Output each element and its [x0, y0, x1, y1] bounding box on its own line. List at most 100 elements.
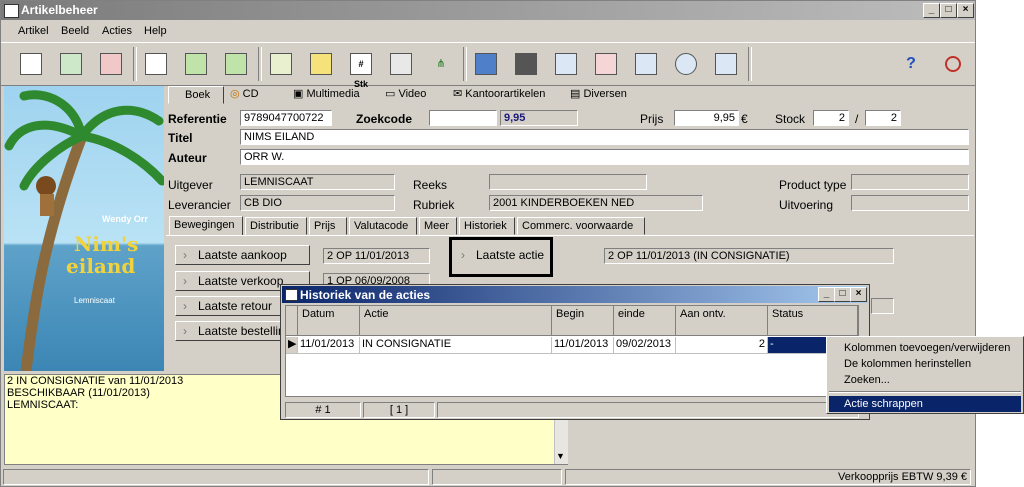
tab-cd[interactable]: ◎ CD: [226, 86, 283, 104]
menu-item-kolommen-toevoegen[interactable]: Kolommen toevoegen/verwijderen: [829, 340, 1021, 356]
laatste-aankoop-button[interactable]: Laatste aankoop: [175, 245, 310, 265]
auteur-field[interactable]: ORR W.: [240, 149, 969, 165]
cover-title-2: eiland: [66, 254, 136, 278]
checklist-icon: [270, 53, 292, 75]
edit-button[interactable]: [711, 50, 741, 78]
return-button[interactable]: [306, 50, 336, 78]
cell-einde[interactable]: 09/02/2013: [614, 337, 676, 354]
edit-window-icon: [715, 53, 737, 75]
tab-multimedia[interactable]: ▣ Multimedia: [289, 86, 369, 104]
favorites-button[interactable]: [591, 50, 621, 78]
tab-meer[interactable]: Meer: [419, 217, 457, 235]
reeks-field[interactable]: [489, 174, 647, 190]
barcode-button[interactable]: [141, 50, 171, 78]
tab-prijs[interactable]: Prijs: [309, 217, 347, 235]
leverancier-label: Leverancier: [168, 198, 231, 212]
minimize-button[interactable]: _: [923, 3, 940, 18]
producttype-field[interactable]: [851, 174, 969, 190]
tab-valutacode[interactable]: Valutacode: [349, 217, 417, 235]
menu-item-actie-schrappen[interactable]: Actie schrappen: [829, 396, 1021, 412]
help-button[interactable]: ?: [896, 50, 926, 78]
book-blue-button[interactable]: [471, 50, 501, 78]
menu-artikel[interactable]: Artikel: [18, 25, 49, 37]
menu-help[interactable]: Help: [144, 25, 167, 37]
stock-button[interactable]: # Stk: [346, 50, 376, 89]
prijs-field[interactable]: 9,95: [674, 110, 739, 126]
tab-boek[interactable]: Boek: [168, 86, 224, 104]
book-dark-icon: [515, 53, 537, 75]
tab-video[interactable]: ▭ Video: [381, 86, 441, 104]
tab-historiek[interactable]: Historiek: [459, 217, 515, 235]
cover-publisher: Lemniscaat: [74, 296, 115, 305]
dialog-maximize-button[interactable]: □: [834, 287, 851, 302]
magnifier-icon: [675, 53, 697, 75]
label-print-button[interactable]: [386, 50, 416, 78]
tab-commerc-voorwaarde[interactable]: Commerc. voorwaarde: [517, 217, 645, 235]
tab-bewegingen[interactable]: Bewegingen: [169, 216, 243, 236]
laatste-bestelling-button[interactable]: Laatste bestellin: [175, 321, 285, 341]
cover-author: Wendy Orr: [102, 214, 148, 224]
stock-field-b[interactable]: 2: [865, 110, 901, 126]
report-button[interactable]: [631, 50, 661, 78]
help-icon: ?: [906, 55, 916, 72]
toolbar-separator: [463, 47, 467, 81]
export-button[interactable]: [96, 50, 126, 78]
tree-button[interactable]: ⋔: [426, 50, 456, 78]
cell-begin[interactable]: 11/01/2013: [552, 337, 614, 354]
current-row-pointer-icon: ▶: [286, 337, 298, 354]
uitvoering-field[interactable]: [851, 195, 969, 211]
zoekcode-field[interactable]: [429, 110, 497, 126]
cover-illustration: [4, 90, 164, 371]
uitgever-field[interactable]: LEMNISCAAT: [240, 174, 395, 190]
cell-actie[interactable]: IN CONSIGNATIE: [360, 337, 552, 354]
dialog-minimize-button[interactable]: _: [818, 287, 835, 302]
cell-aan-ontv[interactable]: 2: [676, 337, 768, 354]
maximize-button[interactable]: □: [940, 3, 957, 18]
producttype-label: Product type: [779, 178, 847, 192]
book-black-button[interactable]: [511, 50, 541, 78]
menu-item-kolommen-herinstellen[interactable]: De kolommen herinstellen: [829, 356, 1021, 372]
tab-distributie[interactable]: Distributie: [245, 217, 307, 235]
status-price: Verkoopprijs EBTW 9,39 €: [565, 469, 971, 485]
exit-button[interactable]: [938, 50, 968, 78]
status-panel: [432, 469, 562, 485]
search-button[interactable]: [671, 50, 701, 78]
menu-acties[interactable]: Acties: [102, 25, 132, 37]
referentie-field[interactable]: 9789047700722: [240, 110, 332, 126]
prijs-label: Prijs: [640, 112, 664, 126]
col-einde[interactable]: einde: [614, 306, 676, 336]
close-button[interactable]: ×: [957, 3, 974, 18]
cell-datum[interactable]: 11/01/2013: [298, 337, 360, 354]
rubriek-field[interactable]: 2001 KINDERBOEKEN NED: [489, 195, 703, 211]
col-datum[interactable]: Datum: [298, 306, 360, 336]
menu-beeld[interactable]: Beeld: [61, 25, 89, 37]
toolbar-separator: [133, 47, 137, 81]
scroll-down-icon[interactable]: ▼: [556, 450, 565, 462]
col-aan-ontv[interactable]: Aan ontv.: [676, 306, 768, 336]
window-title: Artikelbeheer: [21, 3, 98, 17]
new-button[interactable]: [16, 50, 46, 78]
dialog-title-bar[interactable]: Historiek van de acties _ □ ×: [282, 286, 868, 303]
supplier-button[interactable]: [221, 50, 251, 78]
stock-field-a[interactable]: 2: [813, 110, 849, 126]
laatste-actie-button[interactable]: Laatste actie: [454, 246, 548, 266]
col-begin[interactable]: Begin: [552, 306, 614, 336]
tab-kantoorartikelen[interactable]: ✉ Kantoorartikelen: [449, 86, 559, 104]
menu-item-zoeken[interactable]: Zoeken...: [829, 372, 1021, 388]
export-icon: [100, 53, 122, 75]
col-actie[interactable]: Actie: [360, 306, 552, 336]
menu-separator: [829, 391, 1021, 393]
tab-diversen[interactable]: ▤ Diversen: [566, 86, 641, 104]
titel-field[interactable]: NIMS EILAND: [240, 129, 969, 145]
import-button[interactable]: [56, 50, 86, 78]
leverancier-field[interactable]: CB DIO: [240, 195, 395, 211]
dialog-title: Historiek van de acties: [300, 288, 431, 302]
customer-button[interactable]: [181, 50, 211, 78]
record-count: # 1: [285, 402, 361, 418]
label-icon: [390, 53, 412, 75]
col-status[interactable]: Status: [768, 306, 858, 336]
window-list-button[interactable]: [551, 50, 581, 78]
title-bar[interactable]: Artikelbeheer _ □ ×: [1, 1, 975, 20]
check-button[interactable]: [266, 50, 296, 78]
dialog-close-button[interactable]: ×: [850, 287, 867, 302]
